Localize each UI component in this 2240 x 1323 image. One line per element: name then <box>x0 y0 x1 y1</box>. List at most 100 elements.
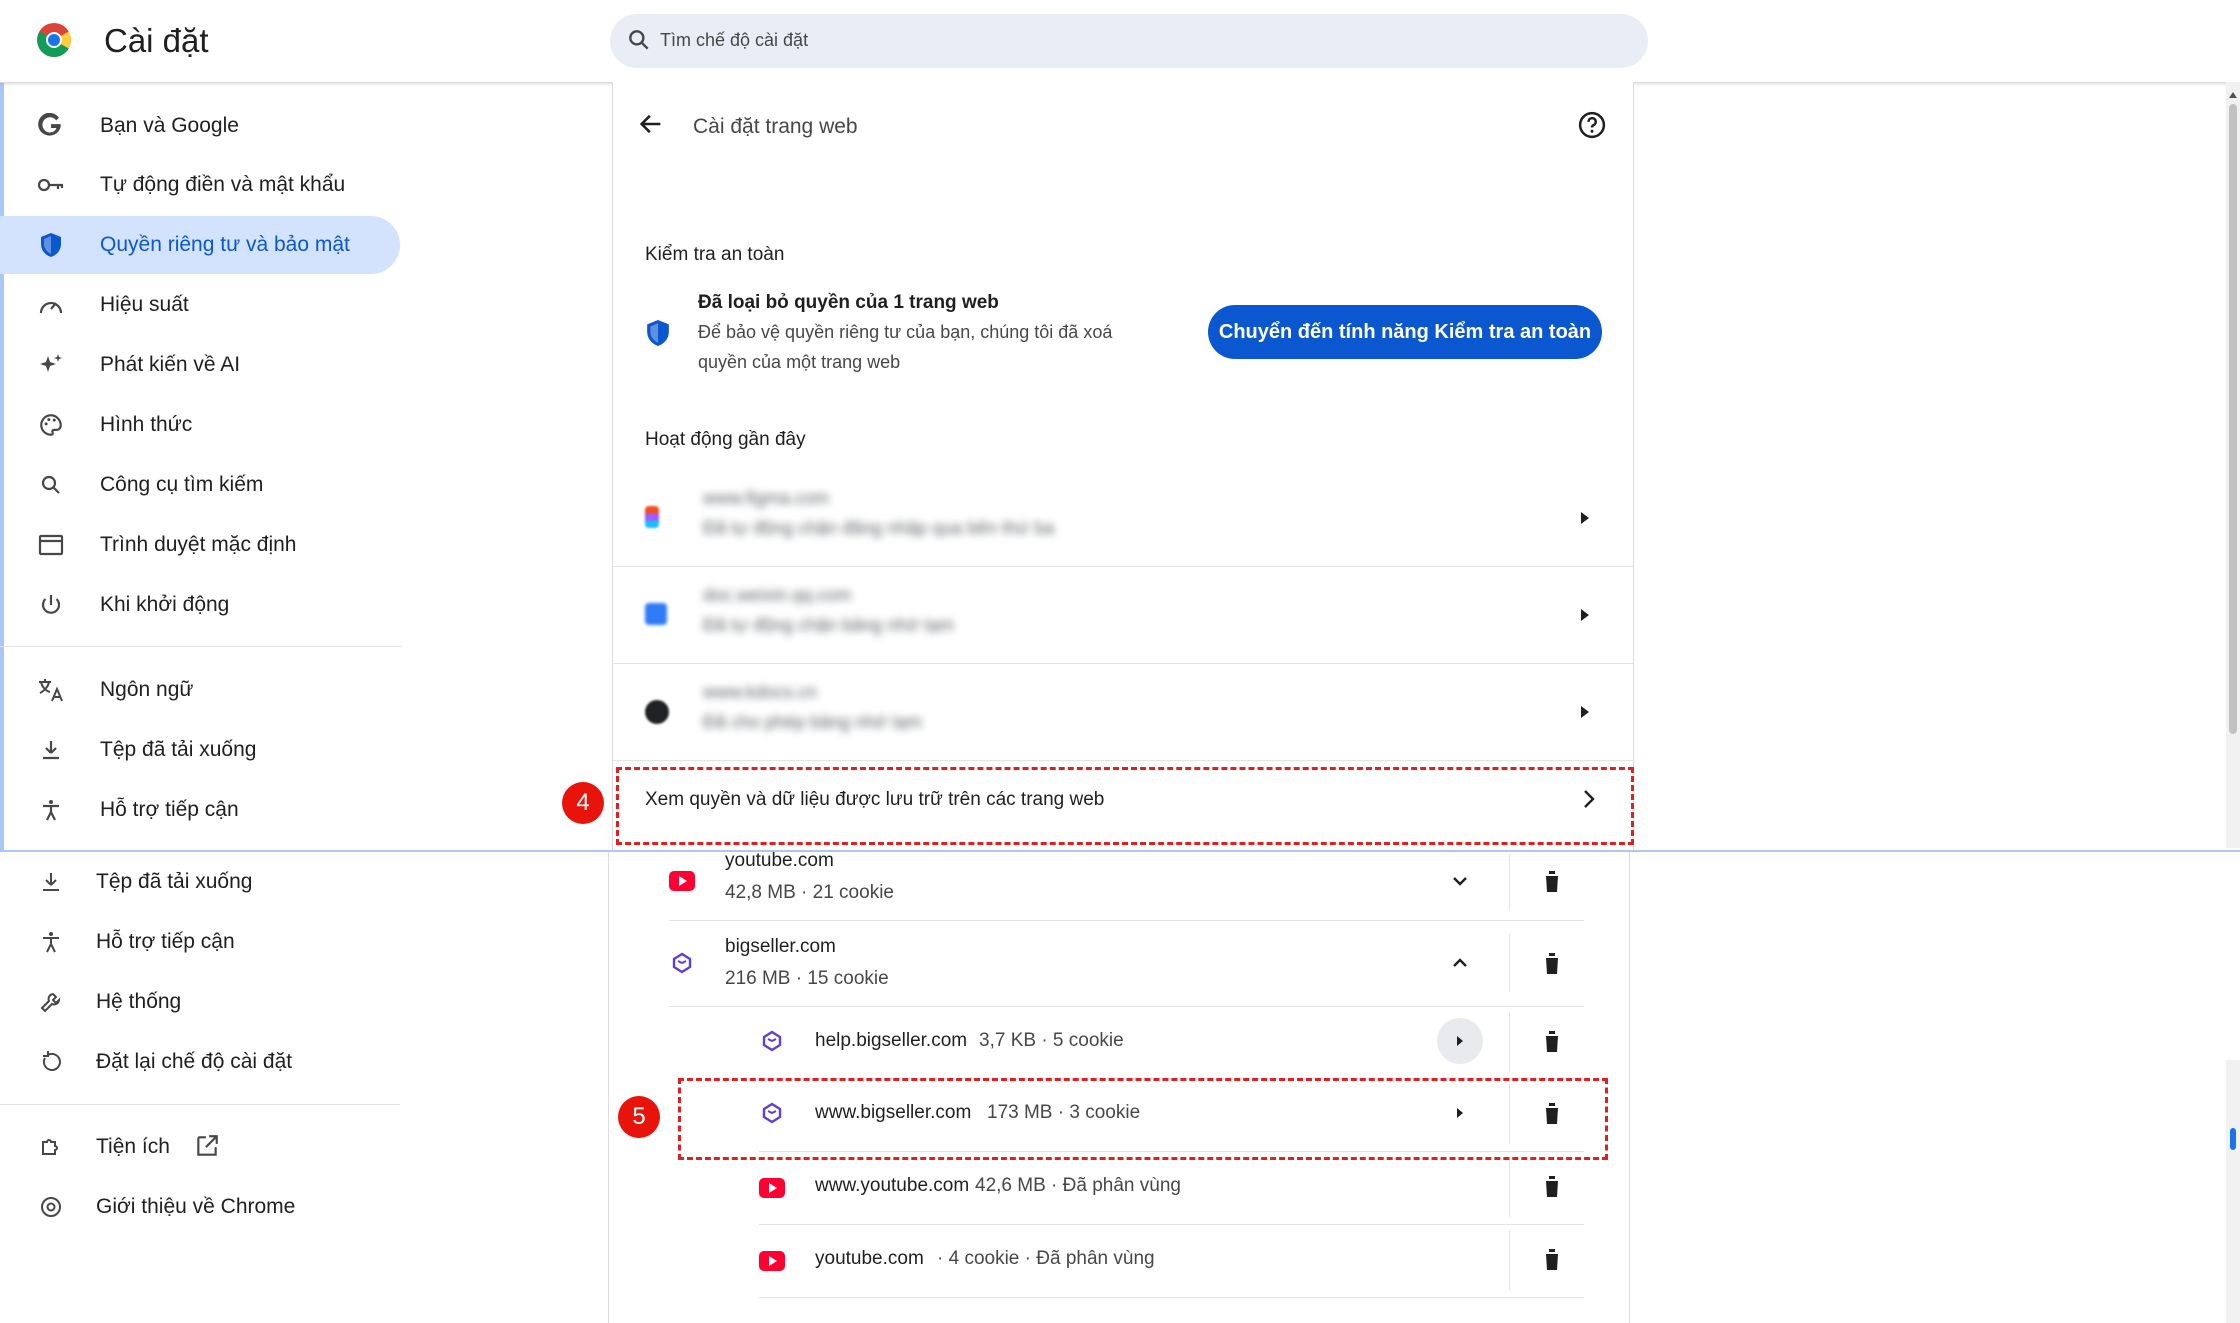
recent-activity-row[interactable]: www.figma.com Đã tự động chặn đăng nhập … <box>613 470 1633 567</box>
safety-desc-line2: quyền của một trang web <box>698 352 901 372</box>
sidebar-item-extensions[interactable]: Tiện ích <box>0 1117 400 1177</box>
site-name: www.figma.com <box>703 488 830 508</box>
expand-button[interactable] <box>1437 858 1483 904</box>
sidebar-item-reset[interactable]: Đặt lại chế độ cài đặt <box>0 1032 400 1092</box>
storage-subrow[interactable]: help.bigseller.com 3,7 KB · 5 cookie <box>759 1006 1584 1079</box>
page-title: Cài đặt <box>104 22 209 59</box>
sidebar-item-label: Ngôn ngữ <box>100 678 194 701</box>
sidebar-item-performance[interactable]: Hiệu suất <box>0 276 400 334</box>
scroll-up-arrow-icon[interactable] <box>2228 86 2238 104</box>
sidebar-item-label: Trình duyệt mặc định <box>100 533 297 556</box>
sidebar-item-languages[interactable]: Ngôn ngữ <box>0 661 400 719</box>
chevron-down-icon <box>1453 877 1467 886</box>
trash-icon[interactable] <box>1537 866 1567 896</box>
search-placeholder: Tìm chế độ cài đặt <box>660 30 809 50</box>
sidebar-item-accessibility-bottom[interactable]: Hỗ trợ tiếp cận <box>0 912 400 972</box>
site-settings-card: Cài đặt trang web Kiểm tra an toàn Đã lo… <box>612 82 1634 850</box>
step5-badge: 5 <box>618 1096 660 1138</box>
wrench-icon <box>36 987 66 1017</box>
caret-right-icon <box>1575 702 1595 722</box>
sidebar-item-label: Tự động điền và mật khẩu <box>100 173 346 196</box>
sidebar-item-on-startup[interactable]: Khi khởi động <box>0 576 400 634</box>
sidebar-item-ai[interactable]: Phát kiến về AI <box>0 336 400 394</box>
divider <box>1509 1230 1510 1290</box>
trash-icon[interactable] <box>1537 1171 1567 1201</box>
sidebar-item-default-browser[interactable]: Trình duyệt mặc định <box>0 516 400 574</box>
scrollbar-thumb[interactable] <box>2230 1128 2236 1150</box>
site-activity: Đã cho phép bảng nhớ tạm <box>703 712 922 732</box>
youtube-favicon <box>669 868 695 894</box>
divider <box>1509 934 1510 992</box>
sidebar-item-label: Khi khởi động <box>100 593 230 616</box>
sidebar-item-search-engine[interactable]: Công cụ tìm kiếm <box>0 456 400 514</box>
divider <box>1509 1157 1510 1217</box>
sidebar-item-downloads-bottom[interactable]: Tệp đã tải xuống <box>0 852 400 912</box>
scrollbar-bottom[interactable] <box>2226 1060 2240 1323</box>
search-icon <box>36 470 66 500</box>
sidebar-item-privacy[interactable]: Quyền riêng tư và bảo mật <box>0 216 400 274</box>
site-name: www.youtube.com <box>815 1175 970 1196</box>
sidebar-item-label: Hỗ trợ tiếp cận <box>96 930 235 953</box>
translate-icon <box>36 675 66 705</box>
scrollbar-top[interactable] <box>2226 82 2240 848</box>
reset-icon <box>36 1047 66 1077</box>
sidebar-item-label: Tệp đã tải xuống <box>96 870 253 893</box>
storage-row[interactable]: bigseller.com 216 MB · 15 cookie <box>669 920 1584 1007</box>
key-icon <box>36 170 66 200</box>
storage-row[interactable]: youtube.com 42,8 MB · 21 cookie <box>669 848 1584 921</box>
youtube-favicon <box>759 1248 785 1274</box>
chrome-logo-icon <box>36 22 72 63</box>
shield-icon <box>645 318 671 353</box>
divider <box>1509 1012 1510 1072</box>
open-subsite-button[interactable] <box>1437 1018 1483 1064</box>
site-detail: 3,7 KB · 5 cookie <box>979 1030 1124 1051</box>
sidebar-item-about-chrome[interactable]: Giới thiệu về Chrome <box>0 1177 400 1237</box>
settings-header: Cài đặt Tìm chế độ cài đặt <box>0 0 2240 83</box>
collapse-button[interactable] <box>1437 940 1483 986</box>
site-name: youtube.com <box>815 1248 924 1269</box>
bigseller-favicon <box>759 1028 785 1054</box>
trash-icon[interactable] <box>1537 1244 1567 1274</box>
scrollbar-thumb[interactable] <box>2229 104 2237 734</box>
trash-icon[interactable] <box>1537 948 1567 978</box>
recent-activity-row[interactable]: doc.weixin.qq.com Đã tự động chặn bảng n… <box>613 567 1633 664</box>
sidebar-item-appearance[interactable]: Hình thức <box>0 396 400 454</box>
site-name: youtube.com <box>725 850 834 871</box>
site-settings-title: Cài đặt trang web <box>693 115 858 138</box>
search-input[interactable]: Tìm chế độ cài đặt <box>610 14 1648 68</box>
recent-activity-row[interactable]: www.kdocs.cn Đã cho phép bảng nhớ tạm <box>613 664 1633 761</box>
sidebar-item-label: Đặt lại chế độ cài đặt <box>96 1050 293 1073</box>
storage-subrow[interactable]: www.youtube.com 42,6 MB · Đã phân vùng <box>759 1151 1584 1225</box>
site-detail: 42,6 MB · Đã phân vùng <box>975 1175 1181 1196</box>
sidebar-item-you-and-google[interactable]: Bạn và Google <box>0 97 400 155</box>
site-detail: 42,8 MB · 21 cookie <box>725 882 894 903</box>
recent-activity-heading: Hoạt động gần đây <box>645 429 806 450</box>
back-arrow-icon[interactable] <box>637 110 665 143</box>
storage-subrow[interactable]: youtube.com · 4 cookie · Đã phân vùng <box>759 1224 1584 1298</box>
sidebar-divider <box>0 1104 400 1105</box>
browser-window-icon <box>36 530 66 560</box>
trash-icon[interactable] <box>1537 1026 1567 1056</box>
google-g-icon <box>36 111 66 141</box>
go-to-safety-check-button[interactable]: Chuyển đến tính năng Kiểm tra an toàn <box>1208 305 1602 359</box>
sidebar-item-accessibility[interactable]: Hỗ trợ tiếp cận <box>0 781 400 839</box>
sidebar-item-downloads[interactable]: Tệp đã tải xuống <box>0 721 400 779</box>
sidebar-item-label: Bạn và Google <box>100 114 239 137</box>
puzzle-icon <box>36 1132 66 1162</box>
safety-check-heading: Kiểm tra an toàn <box>645 244 785 265</box>
figma-favicon <box>645 506 659 528</box>
site-name: www.kdocs.cn <box>703 682 818 702</box>
open-in-new-icon <box>194 1133 220 1164</box>
accessibility-icon <box>36 795 66 825</box>
safety-desc-line1: Để bảo vệ quyền riêng tư của bạn, chúng … <box>698 322 1113 342</box>
help-icon[interactable] <box>1577 110 1607 145</box>
settings-overlay: Cài đặt Tìm chế độ cài đặt Bạn và Google… <box>0 0 2240 852</box>
site-activity: Đã tự động chặn đăng nhập qua bên thứ ba <box>703 518 1055 538</box>
search-icon <box>626 27 652 58</box>
sidebar-item-autofill[interactable]: Tự động điền và mật khẩu <box>0 156 400 214</box>
sidebar-item-label: Giới thiệu về Chrome <box>96 1195 296 1218</box>
site-detail: 216 MB · 15 cookie <box>725 968 889 989</box>
sidebar-item-system[interactable]: Hệ thống <box>0 972 400 1032</box>
kdocs-favicon <box>645 700 669 724</box>
speedometer-icon <box>36 290 66 320</box>
